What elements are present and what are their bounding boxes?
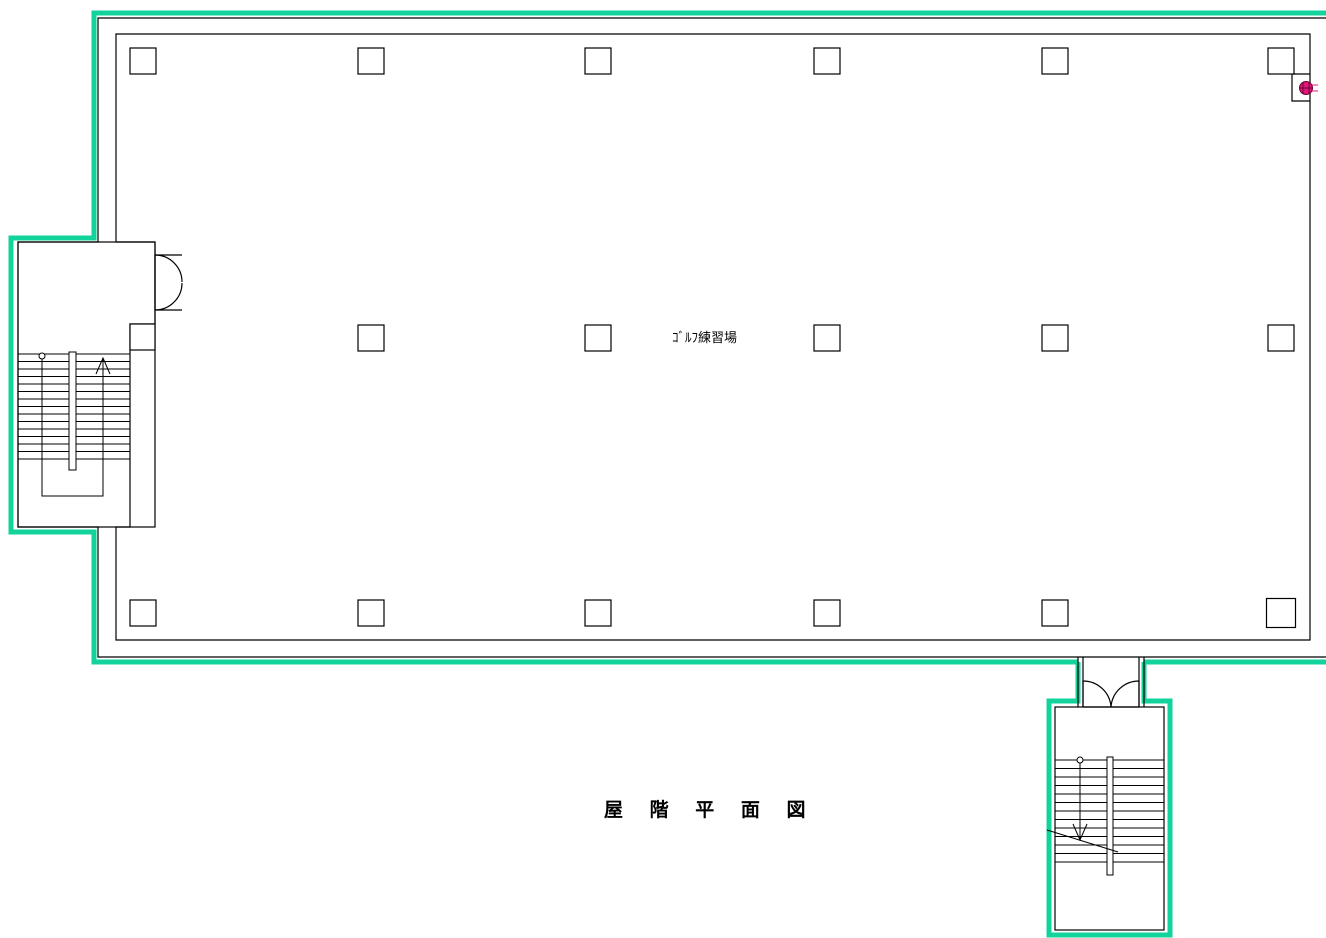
stair-start-marker [38, 352, 46, 360]
column [1041, 47, 1069, 75]
roof-floor-plan: ｺﾞﾙﾌ練習場 屋 階 平 面 図 [8, 10, 1326, 938]
double-swing-door-icon [154, 254, 183, 311]
stair-handrail [68, 351, 77, 471]
column [584, 324, 612, 352]
plan-title: 屋 階 平 面 図 [604, 799, 815, 821]
column [1265, 597, 1297, 629]
green-outline [8, 10, 1326, 938]
column [1267, 47, 1295, 75]
column [813, 47, 841, 75]
column [129, 47, 157, 75]
stair-handrail [1106, 756, 1114, 876]
red-circle-marker-icon [1299, 81, 1318, 95]
column [1267, 324, 1295, 352]
column [357, 47, 385, 75]
column [584, 47, 612, 75]
column [1041, 599, 1069, 627]
column [813, 324, 841, 352]
west-staircase [18, 351, 130, 497]
column [129, 599, 157, 627]
column [129, 323, 156, 351]
stair-start-marker [1076, 756, 1084, 764]
column [357, 324, 385, 352]
room-label: ｺﾞﾙﾌ練習場 [672, 331, 737, 346]
column [357, 599, 385, 627]
column [1041, 324, 1069, 352]
main-building-accent-outline [8, 10, 1326, 665]
double-swing-door-icon [1082, 680, 1140, 708]
column [813, 599, 841, 627]
south-staircase [1046, 756, 1164, 876]
column [584, 599, 612, 627]
